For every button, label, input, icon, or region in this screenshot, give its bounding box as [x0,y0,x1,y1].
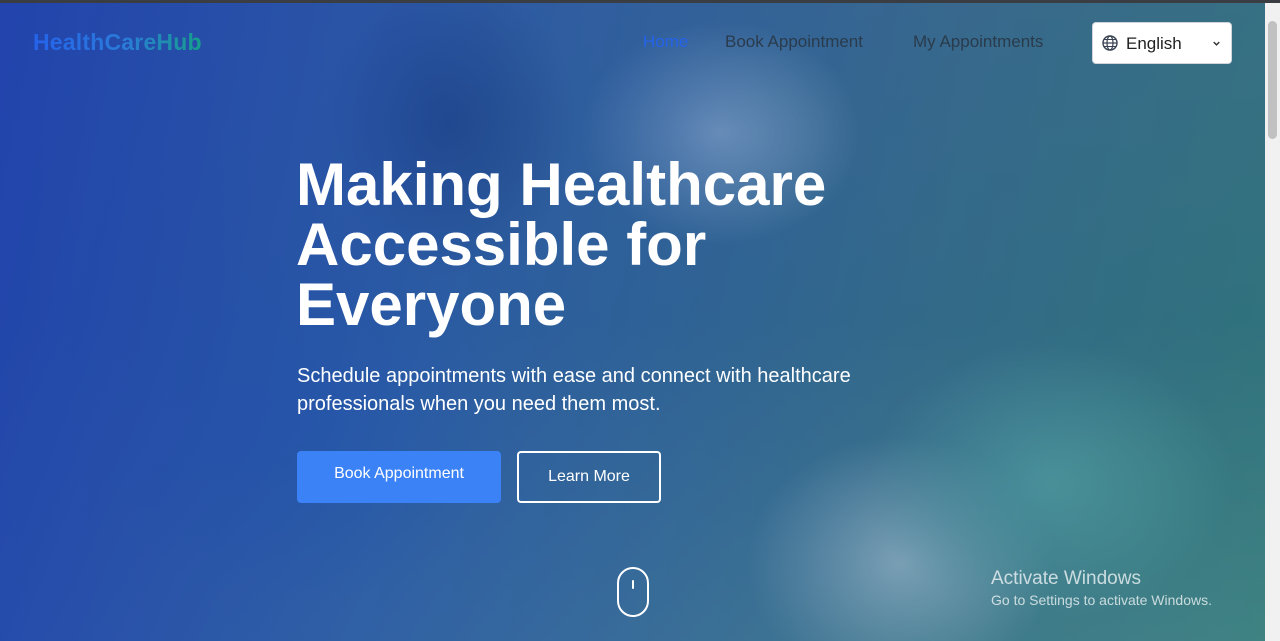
nav-book-appointment-link[interactable]: Book Appointment [725,32,863,52]
nav-my-appointments-link[interactable]: My Appointments [913,32,1043,52]
activate-windows-watermark: Activate Windows Go to Settings to activ… [991,568,1212,609]
globe-icon [1102,35,1118,51]
activate-windows-subtitle: Go to Settings to activate Windows. [991,592,1212,608]
book-appointment-button[interactable]: Book Appointment [297,451,501,503]
activate-windows-title: Activate Windows [991,568,1141,589]
hero-headline-line-1: Making Healthcare [296,151,827,218]
hero-headline-line-2: Accessible for [296,211,707,278]
window-top-border [0,0,1280,3]
mouse-wheel [632,580,634,589]
mouse-scroll-icon[interactable] [617,567,649,617]
brand-logo[interactable]: HealthCareHub [33,29,202,56]
language-select-value: English [1126,34,1182,53]
chevron-down-icon [1213,41,1220,46]
scrollbar-thumb[interactable] [1268,21,1277,139]
hero-headline-line-3: Everyone [296,271,567,338]
hero-section: HealthCareHub Home Book Appointment My A… [0,3,1265,641]
hero-subtitle: Schedule appointments with ease and conn… [297,365,851,415]
learn-more-button[interactable]: Learn More [517,451,661,503]
page-scrollbar[interactable] [1265,3,1280,641]
language-select[interactable]: English [1092,22,1232,64]
nav-home-link[interactable]: Home [643,32,688,52]
hero-headline: Making Healthcare Accessible for Everyon… [296,155,996,335]
